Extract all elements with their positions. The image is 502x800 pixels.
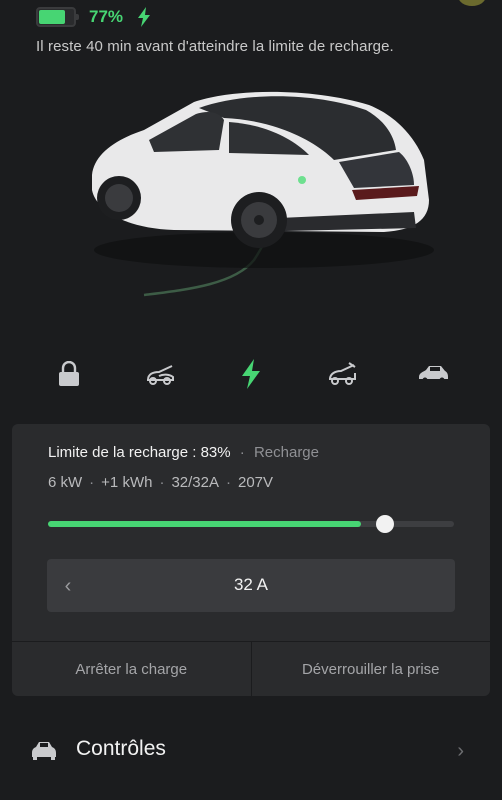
charging-panel: Limite de la recharge : 83% · Recharge 6… [12, 424, 490, 696]
stop-charging-button[interactable]: Arrêter la charge [12, 642, 251, 696]
battery-percent: 77% [89, 7, 124, 26]
charge-icon[interactable] [233, 356, 269, 392]
charging-stats: 6 kW · +1 kWh · 32/32A · 207V [48, 474, 274, 491]
battery-fill [39, 10, 65, 24]
controls-label: Contrôles [76, 737, 166, 760]
panel-actions: Arrêter la charge Déverrouiller la prise [12, 641, 490, 696]
stat-power: 6 kW [48, 474, 83, 491]
lightning-bolt-icon [138, 7, 151, 27]
amperage-control: ‹ 32 A [47, 559, 455, 612]
controls-menu-item[interactable]: Contrôles › [0, 720, 502, 780]
unlock-charge-port-button[interactable]: Déverrouiller la prise [250, 642, 491, 696]
charge-level-fill [48, 521, 361, 527]
car-image [92, 91, 434, 297]
charge-remaining-text: Il reste 40 min avant d'atteindre la lim… [36, 38, 394, 55]
charge-limit-line: Limite de la recharge : 83% · Recharge [48, 444, 319, 461]
charge-limit-slider[interactable] [48, 515, 454, 533]
charge-limit-handle[interactable] [375, 515, 394, 533]
frunk-icon[interactable] [142, 356, 178, 392]
charge-limit-label: Limite de la recharge : 83% [48, 444, 231, 461]
stat-energy: +1 kWh [101, 474, 153, 491]
charging-state: Recharge [253, 444, 319, 461]
stat-current: 32/32A [171, 474, 219, 491]
stat-voltage: 207V [238, 474, 274, 491]
quick-actions [0, 356, 502, 396]
battery-icon [36, 7, 79, 27]
status-row: 77% [36, 6, 151, 28]
chevron-right-icon: › [457, 740, 464, 762]
avatar[interactable] [458, 0, 486, 6]
car-icon [32, 742, 56, 760]
vent-icon[interactable] [415, 356, 451, 392]
lock-icon[interactable] [51, 356, 87, 392]
amperage-value: 32 A [233, 575, 269, 594]
trunk-icon[interactable] [324, 356, 360, 392]
